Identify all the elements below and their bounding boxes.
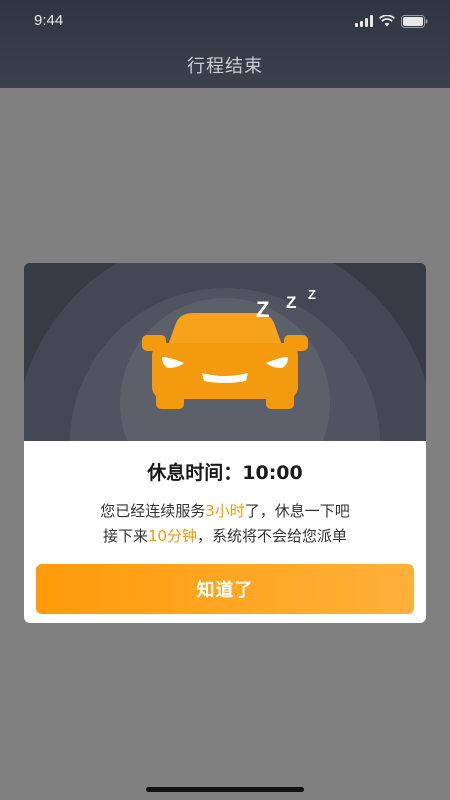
line2-text-before: 接下来 [102,527,148,545]
status-bar: 9:44 [0,0,450,44]
status-icons [355,14,428,28]
line1-text-before: 您已经连续服务 [100,502,206,520]
confirm-button[interactable]: 知道了 [36,564,414,614]
battery-icon [401,14,428,28]
line1-text-after: 了，休息一下吧 [244,502,350,520]
cellular-signal-icon [355,15,373,27]
rest-reminder-dialog: Z Z Z 休息时间：10:00 您已经连续服务3小时了，休息一下吧 接下来10… [24,263,426,623]
service-hours-highlight: 3小时 [205,502,245,520]
status-time: 9:44 [34,12,64,29]
top-bar: 9:44 行程结束 [0,0,450,88]
message-line-1: 您已经连续服务3小时了，休息一下吧 [24,499,426,524]
zzz-small: Z [308,287,316,302]
zzz-medium: Z [286,293,297,312]
rest-message: 您已经连续服务3小时了，休息一下吧 接下来10分钟，系统将不会给您派单 [24,499,426,549]
rest-time-value: 10:00 [242,462,303,484]
message-line-2: 接下来10分钟，系统将不会给您派单 [24,524,426,549]
line2-text-after: ，系统将不会给您派单 [197,527,348,545]
wifi-icon [379,15,395,27]
dialog-illustration: Z Z Z [24,263,426,441]
rest-time-label: 休息时间： [147,462,243,484]
rest-time-heading: 休息时间：10:00 [24,458,426,485]
rest-duration-highlight: 10分钟 [147,527,198,545]
home-indicator[interactable] [146,787,304,792]
page-title: 行程结束 [187,56,263,77]
zzz-large: Z [256,297,270,322]
sleeping-car-icon [142,313,308,409]
